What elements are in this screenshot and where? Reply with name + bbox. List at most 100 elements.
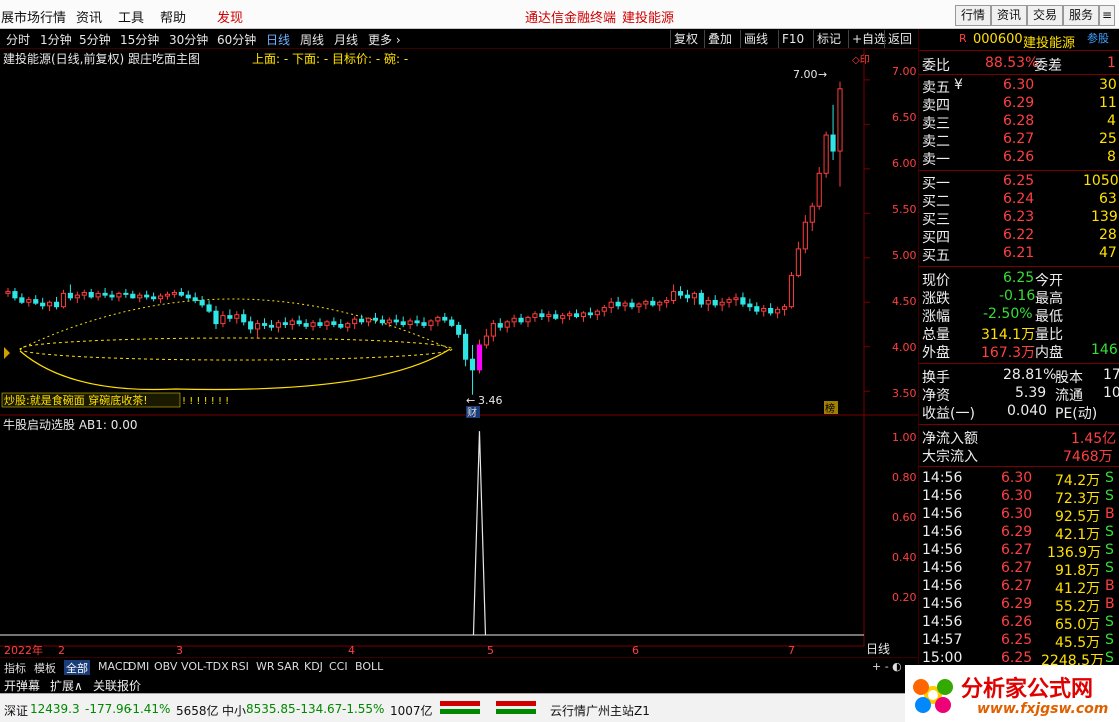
- period-5min[interactable]: 5分钟: [79, 31, 111, 48]
- tick-side: B: [1105, 578, 1115, 594]
- chart-title: 建投能源(日线,前复权) 跟庄吃面主图: [3, 51, 200, 66]
- candle: [671, 284, 677, 305]
- tick-time: 14:56: [922, 488, 963, 504]
- stock-code: 000600: [973, 32, 1023, 47]
- candle: [421, 317, 427, 329]
- tab-dmi[interactable]: DMI: [128, 660, 149, 673]
- stat-row: 现价 6.25 今开: [919, 270, 1119, 289]
- period-60min[interactable]: 60分钟: [217, 31, 256, 48]
- market-breadth-icon: [440, 701, 536, 714]
- bowl-bottom-arc: [19, 348, 451, 391]
- sell-label: 卖五: [922, 80, 950, 96]
- candle: [33, 295, 39, 305]
- period-timeshare[interactable]: 分时: [6, 31, 30, 48]
- period-15min[interactable]: 15分钟: [120, 31, 159, 48]
- candle-body: [220, 315, 226, 325]
- menu-help[interactable]: 帮助: [160, 7, 186, 26]
- kline-chart-area[interactable]: 建投能源(日线,前复权) 跟庄吃面主图 上面: - 下面: - 目标价: - 碗…: [0, 49, 918, 662]
- menu-discover[interactable]: 发现: [217, 7, 243, 26]
- menu-news[interactable]: 资讯: [76, 7, 102, 26]
- tab-all[interactable]: 全部: [64, 660, 90, 676]
- candle: [830, 104, 836, 160]
- related-quote-button[interactable]: 关联报价: [93, 677, 141, 694]
- sell-label: 卖二: [922, 134, 950, 150]
- candle: [580, 311, 587, 322]
- buy-row: 买五 6.21 47: [919, 245, 1119, 264]
- period-daily[interactable]: 日线: [266, 31, 290, 48]
- stat-row: 收益(一) 0.040 PE(动): [919, 403, 1119, 422]
- tab-macd[interactable]: MACD: [98, 660, 131, 673]
- zoom-controls[interactable]: + - ◐: [872, 660, 902, 673]
- sell-price: 6.28: [1003, 113, 1035, 129]
- candle-body: [476, 344, 483, 371]
- trade-button[interactable]: 交易: [1027, 5, 1064, 26]
- f10-button[interactable]: F10: [778, 30, 807, 48]
- tab-obv[interactable]: OBV: [154, 660, 177, 673]
- sub-y-tick-label: 1.00: [892, 431, 917, 444]
- kline-chart[interactable]: 建投能源(日线,前复权) 跟庄吃面主图 上面: - 下面: - 目标价: - 碗…: [0, 49, 918, 657]
- tick-side: S: [1105, 542, 1114, 558]
- candle: [497, 318, 503, 331]
- tab-wr[interactable]: WR: [256, 660, 275, 673]
- candle: [788, 272, 795, 309]
- tab-boll[interactable]: BOLL: [355, 660, 383, 673]
- stat-value: 0.040: [1007, 403, 1048, 419]
- candle: [296, 315, 302, 327]
- candle: [157, 293, 164, 304]
- overlay-button[interactable]: 叠加: [704, 30, 735, 48]
- annotation-marks: ! ! ! ! ! ! !: [182, 396, 229, 407]
- quote-button[interactable]: 行情: [955, 5, 992, 26]
- period-1min[interactable]: 1分钟: [40, 31, 72, 48]
- sell-row: 卖一 6.26 8: [919, 149, 1119, 168]
- candle: [26, 296, 32, 307]
- tab-kdj[interactable]: KDJ: [304, 660, 323, 673]
- mark-button[interactable]: 标记: [813, 30, 844, 48]
- candle: [95, 290, 101, 301]
- candle-body: [345, 323, 351, 328]
- x-tick-label: 7: [788, 644, 795, 657]
- tick-side: B: [1105, 506, 1115, 522]
- left-arrow-icon[interactable]: [4, 347, 10, 359]
- period-weekly[interactable]: 周线: [300, 31, 324, 48]
- more-button[interactable]: ≡: [1099, 5, 1116, 26]
- candle: [414, 315, 420, 327]
- tab-sar[interactable]: SAR: [277, 660, 299, 673]
- danmaku-toggle[interactable]: 开弹幕: [4, 677, 40, 694]
- news-button[interactable]: 资讯: [991, 5, 1028, 26]
- candle-body: [192, 297, 198, 301]
- candle: [546, 311, 552, 322]
- tab-rsi[interactable]: RSI: [231, 660, 249, 673]
- adjust-button[interactable]: 复权: [670, 30, 701, 48]
- candle-body: [504, 321, 510, 328]
- tab-cci[interactable]: CCI: [329, 660, 348, 673]
- tab-vol-tdx[interactable]: VOL-TDX: [181, 660, 229, 673]
- participation-tag[interactable]: 参股: [1087, 30, 1109, 46]
- stat-value: 6.25: [1003, 270, 1035, 286]
- candle-body: [560, 315, 566, 319]
- candle: [816, 167, 822, 210]
- menu-tools[interactable]: 工具: [118, 7, 144, 26]
- sub-chart-title: 牛股启动选股 AB1: 0.00: [3, 417, 137, 432]
- period-30min[interactable]: 30分钟: [169, 31, 208, 48]
- add-watchlist-button[interactable]: +自选: [848, 30, 889, 48]
- stat-label: 换手: [922, 370, 950, 386]
- expand-button[interactable]: 扩展∧: [50, 677, 83, 694]
- candle-body: [705, 299, 711, 305]
- period-monthly[interactable]: 月线: [334, 31, 358, 48]
- period-more[interactable]: 更多 ›: [368, 31, 401, 48]
- candle: [324, 320, 330, 330]
- tab-template[interactable]: 模板: [34, 660, 56, 676]
- draw-button[interactable]: 画线: [740, 30, 771, 48]
- service-button[interactable]: 服务: [1063, 5, 1100, 26]
- buy-label: 买三: [922, 212, 950, 228]
- candle-body: [449, 319, 455, 326]
- x-tick-label: 4: [348, 644, 355, 657]
- stat-label: 最低: [1035, 309, 1063, 325]
- candle: [102, 288, 108, 298]
- sub-y-tick-label: 0.20: [892, 591, 917, 604]
- server-name[interactable]: 云行情广州主站Z1: [550, 702, 650, 719]
- back-button[interactable]: 返回: [884, 30, 915, 48]
- menu-market[interactable]: 展市场行情: [1, 7, 66, 26]
- tab-indicator[interactable]: 指标: [4, 660, 26, 676]
- candle-body: [532, 313, 538, 318]
